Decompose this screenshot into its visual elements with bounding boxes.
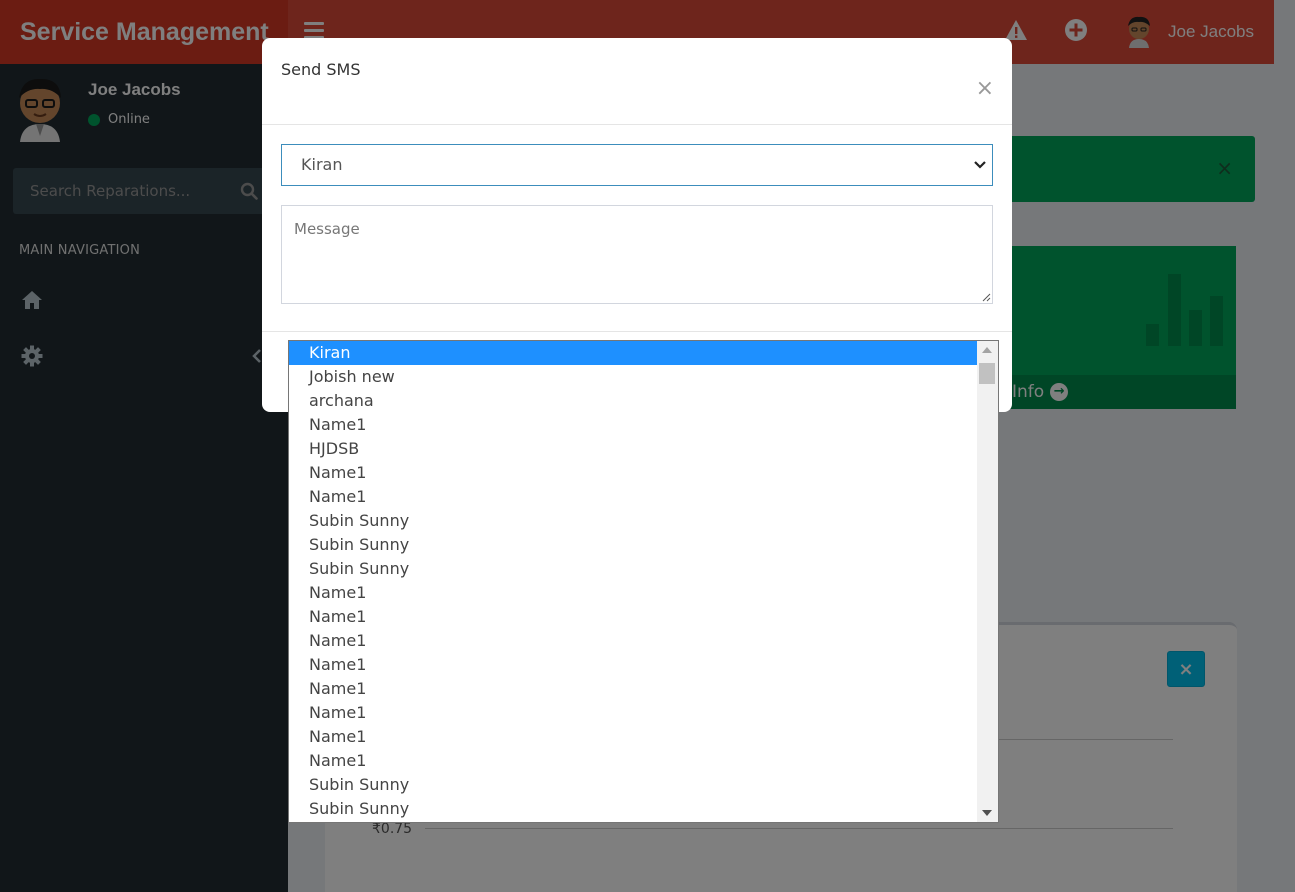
dropdown-option[interactable]: Name1	[289, 749, 977, 773]
recipient-select[interactable]: Kiran	[281, 144, 993, 186]
modal-header-divider	[262, 124, 1012, 125]
resize-grip-icon[interactable]	[981, 292, 991, 302]
dropdown-option[interactable]: Subin Sunny	[289, 557, 977, 581]
dropdown-option[interactable]: Name1	[289, 701, 977, 725]
dropdown-option[interactable]: Subin Sunny	[289, 533, 977, 557]
modal-close-button[interactable]: ×	[976, 76, 994, 101]
scroll-down-icon[interactable]	[982, 810, 992, 816]
dropdown-option[interactable]: Jobish new	[289, 365, 977, 389]
scroll-up-icon[interactable]	[982, 347, 992, 353]
dropdown-option[interactable]: Subin Sunny	[289, 509, 977, 533]
dropdown-option[interactable]: Name1	[289, 485, 977, 509]
modal-title: Send SMS	[281, 60, 361, 79]
dropdown-option[interactable]: archana	[289, 389, 977, 413]
dropdown-option[interactable]: Name1	[289, 605, 977, 629]
chevron-down-icon	[974, 161, 986, 169]
dropdown-option[interactable]: Name1	[289, 581, 977, 605]
dropdown-option[interactable]: Name1	[289, 461, 977, 485]
dropdown-option[interactable]: Name1	[289, 677, 977, 701]
dropdown-option[interactable]: Name1	[289, 629, 977, 653]
dropdown-option[interactable]: Subin Sunny	[289, 797, 977, 821]
dropdown-option[interactable]: Subin Sunny	[289, 773, 977, 797]
message-field[interactable]	[281, 205, 993, 304]
selected-recipient: Kiran	[301, 155, 343, 174]
dropdown-option[interactable]: Name1	[289, 653, 977, 677]
dropdown-option[interactable]: HJDSB	[289, 437, 977, 461]
option-list: Kiran Jobish new archana Name1 HJDSB Name1 Nam…	[289, 341, 977, 821]
recipient-dropdown-list[interactable]: Kiran Jobish new archana Name1 HJDSB Name1 Nam…	[288, 340, 999, 823]
modal-footer-divider	[262, 331, 1012, 332]
dropdown-option[interactable]: Kiran	[289, 341, 977, 365]
dropdown-option[interactable]: Name1	[289, 413, 977, 437]
scrollbar[interactable]	[977, 341, 998, 822]
dropdown-option[interactable]: Name1	[289, 725, 977, 749]
scroll-thumb[interactable]	[979, 363, 995, 384]
